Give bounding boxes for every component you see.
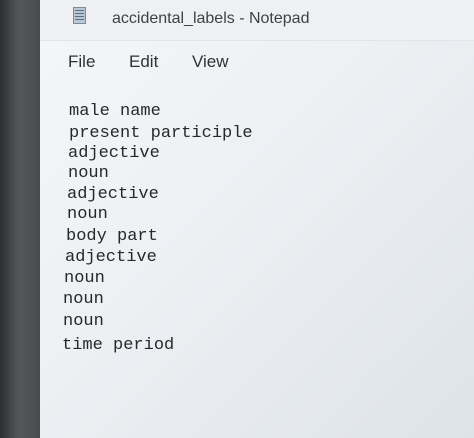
editor-line: present participle bbox=[69, 124, 253, 143]
editor-line: noun bbox=[63, 312, 104, 331]
editor-line: noun bbox=[64, 269, 105, 288]
notepad-icon bbox=[73, 7, 86, 24]
editor-line: adjective bbox=[68, 144, 160, 163]
title-bar: accidental_labels - Notepad bbox=[40, 0, 474, 41]
editor-line: male name bbox=[69, 102, 161, 121]
menu-edit[interactable]: Edit bbox=[129, 52, 158, 72]
editor-line: noun bbox=[68, 164, 109, 183]
editor-line: time period bbox=[62, 336, 175, 355]
editor-line: noun bbox=[67, 205, 108, 224]
window-title: accidental_labels - Notepad bbox=[112, 10, 310, 27]
notepad-window: accidental_labels - Notepad File Edit Vi… bbox=[40, 0, 474, 438]
editor-line: noun bbox=[63, 290, 104, 309]
menu-file[interactable]: File bbox=[68, 52, 95, 72]
menu-bar: File Edit View bbox=[40, 44, 474, 84]
text-editor[interactable]: male name present participle adjective n… bbox=[40, 90, 474, 438]
editor-line: body part bbox=[66, 227, 158, 246]
editor-line: adjective bbox=[67, 185, 159, 204]
editor-line: adjective bbox=[65, 248, 157, 267]
menu-view[interactable]: View bbox=[192, 52, 229, 72]
